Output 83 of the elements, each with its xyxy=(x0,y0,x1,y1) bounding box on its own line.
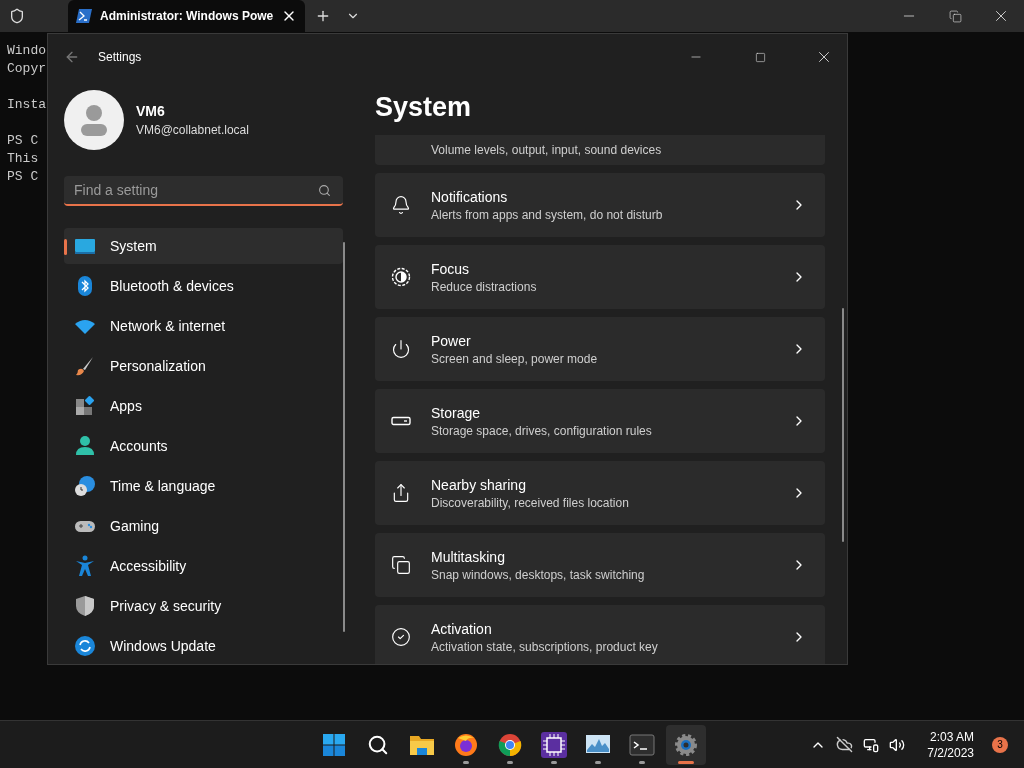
running-indicator xyxy=(507,761,513,764)
sync-icon xyxy=(74,635,96,657)
fox-globe-icon xyxy=(454,733,478,757)
graph-window-icon xyxy=(585,734,611,756)
windows-icon xyxy=(391,555,411,575)
nav-item[interactable]: Windows Update xyxy=(64,628,343,664)
nav-item[interactable]: Accounts xyxy=(64,428,343,464)
running-indicator xyxy=(595,761,601,764)
card-subtitle: Discoverability, received files location xyxy=(431,495,630,510)
nav-item[interactable]: Privacy & security xyxy=(64,588,343,624)
windows-logo-icon xyxy=(322,733,346,757)
nav-item[interactable]: Apps xyxy=(64,388,343,424)
search-icon xyxy=(367,734,389,756)
nav-item[interactable]: Personalization xyxy=(64,348,343,384)
settings-card[interactable]: Notifications Alerts from apps and system, do not disturb xyxy=(375,173,825,237)
card-title: Focus xyxy=(431,260,471,277)
apps-icon xyxy=(74,395,96,417)
share-icon xyxy=(391,483,411,503)
chrome-icon xyxy=(498,733,522,757)
running-indicator xyxy=(639,761,645,764)
bell-icon xyxy=(391,195,411,215)
network-icon[interactable] xyxy=(863,736,880,753)
window-title: Settings xyxy=(98,50,142,64)
selection-indicator xyxy=(64,239,67,255)
search-field[interactable]: Find a setting xyxy=(64,176,343,206)
volume-icon[interactable] xyxy=(889,736,906,753)
settings-card[interactable]: Storage Storage space, drives, configuration rules xyxy=(375,389,825,453)
page-heading: System xyxy=(375,91,473,124)
terminal-line: Windo xyxy=(7,42,46,60)
card-subtitle: Screen and sleep, power mode xyxy=(431,351,599,366)
check-circle-icon xyxy=(391,627,411,647)
running-indicator xyxy=(678,761,694,764)
chip-icon xyxy=(541,732,567,758)
card-title: Notifications xyxy=(431,188,509,205)
accessibility-icon xyxy=(74,555,96,577)
terminal-line: PS C xyxy=(7,168,39,186)
card-subtitle: Activation state, subscriptions, product key xyxy=(431,639,659,654)
nav-item[interactable]: Time & language xyxy=(64,468,343,504)
notification-badge[interactable]: 3 xyxy=(992,736,1008,753)
card-subtitle: Volume levels, output, input, sound devices xyxy=(431,143,663,157)
card-subtitle: Alerts from apps and system, do not disturb xyxy=(431,207,664,222)
settings-card[interactable]: Nearby sharing Discoverability, received files location xyxy=(375,461,825,525)
terminal-line: This xyxy=(7,150,39,168)
shield-icon xyxy=(74,595,96,617)
settings-card[interactable]: Activation Activation state, subscriptions, product key xyxy=(375,605,825,664)
cloud-off-icon[interactable] xyxy=(836,736,854,753)
card-subtitle: Reduce distractions xyxy=(431,279,538,294)
card-title: Multitasking xyxy=(431,548,506,565)
running-indicator xyxy=(551,761,557,764)
nav-item[interactable]: Bluetooth & devices xyxy=(64,268,343,304)
search-icon xyxy=(318,184,331,197)
focus-icon xyxy=(391,267,411,287)
avatar xyxy=(64,90,124,150)
terminal-line: Insta xyxy=(7,96,46,114)
card-subtitle: Storage space, drives, configuration rules xyxy=(431,423,653,438)
terminal-line: PS C xyxy=(7,132,39,150)
terminal-icon xyxy=(629,734,655,756)
terminal-line: Copyr xyxy=(7,60,46,78)
user-name: VM6 xyxy=(136,103,166,119)
card-title: Storage xyxy=(431,404,482,421)
settings-card[interactable]: Multitasking Snap windows, desktops, task switching xyxy=(375,533,825,597)
back-icon[interactable] xyxy=(64,49,80,65)
nav-item[interactable]: Network & internet xyxy=(64,308,343,344)
running-indicator xyxy=(463,761,469,764)
folder-icon xyxy=(409,733,435,757)
globe-clock-icon xyxy=(74,475,96,497)
card-title: Nearby sharing xyxy=(431,476,527,493)
gear-icon xyxy=(674,733,698,757)
user-email: VM6@collabnet.local xyxy=(136,123,249,137)
settings-card[interactable]: Power Screen and sleep, power mode xyxy=(375,317,825,381)
nav-item[interactable]: Accessibility xyxy=(64,548,343,584)
card-title: Power xyxy=(431,332,472,349)
clock[interactable]: 2:03 AM 7/2/2023 xyxy=(927,728,974,761)
person-icon xyxy=(74,435,96,457)
card-title: Activation xyxy=(431,620,493,637)
settings-card[interactable]: Focus Reduce distractions xyxy=(375,245,825,309)
power-icon xyxy=(391,339,411,359)
settings-card[interactable]: Volume levels, output, input, sound devices xyxy=(375,135,825,165)
terminal-tab[interactable]: Administrator: Windows Powe xyxy=(68,0,306,32)
nav-item[interactable]: Gaming xyxy=(64,508,343,544)
card-subtitle: Snap windows, desktops, task switching xyxy=(431,567,646,582)
powershell-icon xyxy=(76,9,92,23)
nav-item[interactable]: System xyxy=(64,228,343,264)
